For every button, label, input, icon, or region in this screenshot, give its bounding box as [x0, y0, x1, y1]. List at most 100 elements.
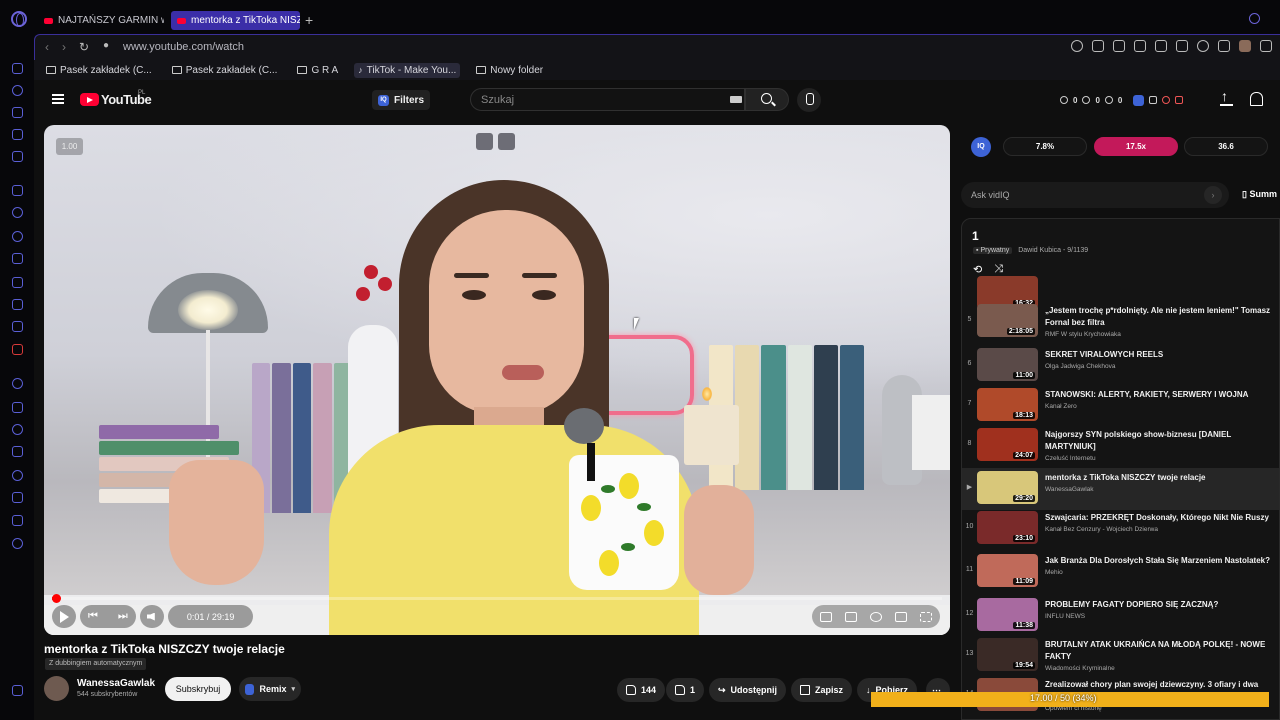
new-tab-button[interactable]: + [305, 12, 313, 28]
list-icon[interactable] [1149, 96, 1158, 104]
playlist-item[interactable]: ▶ 29:20 mentorka z TikToka NISZCZY twoje r… [962, 468, 1279, 510]
video-player[interactable]: 1.00 ⏮ ⏭ 0:01 / 29:19 [44, 125, 950, 635]
save-button[interactable]: Zapisz [791, 678, 853, 702]
bookmark-folder-gra[interactable]: G R A [293, 63, 342, 78]
sidebar-extensions-icon[interactable] [12, 515, 23, 526]
remix-button[interactable]: Remix ▾ [239, 677, 301, 701]
playlist-item-thumbnail[interactable]: 11:09 [977, 554, 1038, 587]
vidiq-icon[interactable] [1133, 94, 1145, 106]
subscribe-button[interactable]: Subskrybuj [165, 677, 231, 701]
sidebar-heart-icon[interactable] [12, 424, 23, 435]
zoom-icon[interactable] [1071, 40, 1083, 52]
progress-scrubber[interactable] [52, 594, 61, 603]
playlist-item-title[interactable]: PROBLEMY FAGATY DOPIERO SIĘ ZACZNĄ? [1045, 599, 1278, 611]
playlist-item-thumbnail[interactable]: 2:18:05 [977, 304, 1038, 337]
sidebar-discord-icon[interactable] [12, 253, 23, 264]
miniplayer-icon[interactable] [476, 133, 493, 150]
puzzle-icon[interactable] [1218, 40, 1230, 52]
playlist-item-thumbnail[interactable]: 19:54 [977, 638, 1038, 671]
bookmark-icon[interactable] [1155, 40, 1167, 52]
playlist-item-title[interactable]: „Jestem trochę p*rdolnięty. Ale nie jest… [1045, 305, 1278, 329]
mute-icon[interactable] [1175, 96, 1184, 104]
sidebar-messenger-icon[interactable] [12, 231, 23, 242]
playlist-item-thumbnail[interactable]: 29:20 [977, 471, 1038, 504]
tab-mentorka[interactable]: mentorka z TikToka NISZCZ [171, 11, 300, 30]
next-frame-icon[interactable] [498, 133, 515, 150]
playlist-item[interactable]: 5 2:18:05 „Jestem trochę p*rdolnięty. Ale … [962, 301, 1279, 343]
settings-gear-icon[interactable] [870, 611, 882, 622]
sidebar-telegram-icon[interactable] [12, 321, 23, 332]
subtitles-icon[interactable] [845, 611, 857, 622]
play-extension-icon[interactable] [1176, 40, 1188, 52]
bookmark-folder-2[interactable]: Pasek zakładek (C... [168, 63, 282, 78]
search-button[interactable] [745, 88, 789, 111]
sidebar-twitch-icon[interactable] [12, 185, 23, 196]
sidebar-x-icon[interactable] [12, 299, 23, 310]
sidebar-m-icon[interactable] [12, 151, 23, 162]
vidiq-metric-engagement[interactable]: 7.8% [1003, 137, 1087, 156]
menu-icon[interactable] [52, 94, 64, 104]
playlist-item-title[interactable]: STANOWSKI: ALERTY, RAKIETY, SERWERY I WO… [1045, 389, 1278, 401]
snapshot-icon[interactable] [1113, 40, 1125, 52]
youtube-logo-icon[interactable] [80, 93, 99, 106]
profile-avatar-icon[interactable] [1239, 40, 1251, 52]
tab-garmin[interactable]: NAJTAŃSZY GARMIN w pr [38, 11, 164, 30]
sidebar-play-icon[interactable] [12, 402, 23, 413]
vidiq-filters-button[interactable]: IQ Filters [372, 90, 431, 110]
sidebar-settings-icon[interactable] [12, 538, 23, 549]
pin-icon[interactable] [1092, 40, 1104, 52]
sidebar-list-icon[interactable] [12, 446, 23, 457]
voice-search-button[interactable] [797, 88, 821, 112]
back-icon[interactable]: ‹ [45, 40, 49, 54]
sidebar-history-icon[interactable] [12, 470, 23, 481]
playback-speed-badge[interactable]: 1.00 [56, 138, 83, 155]
url-field[interactable]: www.youtube.com/watch [123, 41, 244, 53]
keyboard-icon[interactable] [730, 96, 742, 103]
ask-vidiq-input[interactable]: Ask vidIQ [961, 182, 1229, 208]
bookmark-tiktok[interactable]: ♪ TikTok - Make You... [354, 62, 461, 78]
playlist-item[interactable]: 11 11:09 Jak Branża Dla Dorosłych Stała Si… [962, 551, 1279, 593]
sidebar-percent-icon[interactable] [12, 207, 23, 218]
reload-icon[interactable]: ↻ [79, 40, 89, 54]
sidebar-more-icon[interactable] [12, 685, 23, 696]
playlist-item[interactable]: 7 18:13 STANOWSKI: ALERTY, RAKIETY, SERWER… [962, 385, 1279, 427]
sidebar-bag-icon[interactable] [12, 107, 23, 118]
play-button[interactable] [52, 605, 76, 628]
sidebar-mail-icon[interactable] [12, 63, 23, 74]
playlist-item-thumbnail[interactable]: 24:07 [977, 428, 1038, 461]
vidiq-metric-score[interactable]: 36.6 [1184, 137, 1268, 156]
sidebar-notes-icon[interactable] [12, 129, 23, 140]
playlist-item[interactable]: 8 24:07 Najgorszy SYN polskiego show-bizne… [962, 425, 1279, 467]
like-button[interactable]: 144 [617, 678, 666, 702]
progress-bar[interactable] [52, 594, 942, 603]
playlist-item[interactable]: 12 11:38 PROBLEMY FAGATY DOPIERO SIĘ ZACZN… [962, 595, 1279, 637]
download-icon[interactable] [1260, 40, 1272, 52]
opera-logo-icon[interactable] [11, 11, 27, 27]
share-button[interactable]: ↪ Udostępnij [709, 678, 787, 702]
playlist-title[interactable]: 1 [972, 229, 979, 243]
next-icon[interactable]: ⏭ [118, 610, 128, 623]
mute-button[interactable] [139, 605, 164, 628]
sidebar-refresh-icon[interactable] [12, 85, 23, 96]
previous-icon[interactable]: ⏮ [88, 610, 98, 623]
sidebar-red-badge-icon[interactable] [12, 344, 23, 355]
theater-mode-icon[interactable] [895, 611, 907, 622]
channel-name[interactable]: WanessaGawlak [77, 678, 155, 689]
shield-icon[interactable] [1134, 40, 1146, 52]
search-input[interactable]: Szukaj [470, 88, 745, 111]
notifications-icon[interactable] [1250, 92, 1263, 106]
fullscreen-icon[interactable] [920, 611, 932, 622]
playlist-item-thumbnail[interactable]: 18:13 [977, 388, 1038, 421]
sidebar-music-icon[interactable] [12, 378, 23, 389]
dislike-button[interactable]: 1 [666, 678, 705, 702]
sidebar-download-icon[interactable] [12, 492, 23, 503]
upload-icon[interactable] [1220, 88, 1233, 106]
playlist-item-title[interactable]: Jak Branża Dla Dorosłych Stała Się Marze… [1045, 555, 1278, 567]
bookmark-folder-1[interactable]: Pasek zakładek (C... [42, 63, 156, 78]
bookmark-new-folder[interactable]: Nowy folder [472, 63, 547, 78]
playlist-item-title[interactable]: BRUTALNY ATAK UKRAIŃCA NA MŁODĄ POLKĘ! -… [1045, 639, 1278, 663]
playlist-item-thumbnail[interactable]: 11:38 [977, 598, 1038, 631]
heart-icon[interactable] [1197, 40, 1209, 52]
playlist-item-title[interactable]: SEKRET VIRALOWYCH REELS [1045, 349, 1278, 361]
ask-vidiq-send-button[interactable]: › [1204, 186, 1222, 204]
